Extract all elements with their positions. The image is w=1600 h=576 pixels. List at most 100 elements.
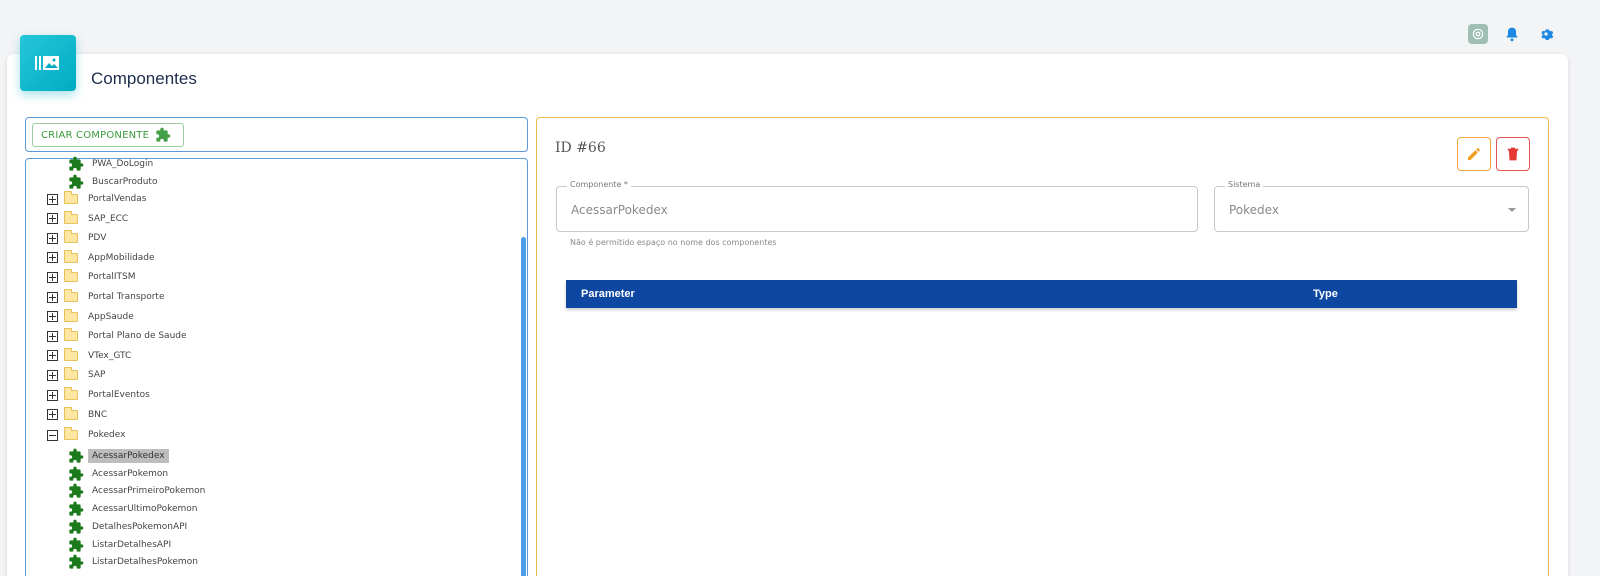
folder-icon (64, 230, 78, 244)
component-field-hint: Não é permitido espaço no nome dos compo… (570, 238, 777, 247)
component-name-field[interactable]: Componente * AcessarPokedex (556, 180, 1198, 232)
system-select[interactable]: Sistema Pokedex (1214, 180, 1529, 232)
tree-folder[interactable]: SAP (47, 366, 105, 384)
tree-leaf-label: AcessarPokemon (92, 468, 169, 479)
tree-leaf[interactable]: DetalhesPokemonAPI (68, 518, 191, 536)
edit-button[interactable] (1457, 137, 1491, 171)
system-field-label: Sistema (1225, 180, 1264, 189)
parameters-table-header: Parameter Type (566, 280, 1517, 308)
tree-folder[interactable]: PortalEventos (47, 386, 150, 404)
tree-leaf[interactable]: PWA_DoLogin (68, 155, 157, 173)
puzzle-icon (69, 501, 84, 516)
tree-folder-label: AppMobilidade (88, 252, 155, 263)
component-id: ID #66 (555, 140, 606, 156)
folder-icon (64, 249, 78, 263)
folder-icon (64, 191, 78, 204)
tree-leaf[interactable]: AcessarPokemon (68, 465, 172, 483)
component-detail-panel: ID #66 Componente * AcessarPokedex Siste… (536, 117, 1549, 576)
puzzle-icon (69, 554, 84, 569)
tree-leaf[interactable]: AcessarUltimoPokemon (68, 500, 202, 518)
tree-leaf-label: DetalhesPokemonAPI (92, 521, 188, 532)
column-header-type[interactable]: Type (1313, 288, 1338, 300)
tree-folder-label: SAP_ECC (88, 213, 129, 224)
folder-icon (64, 289, 78, 302)
tree-leaf-label: PWA_DoLogin (92, 159, 154, 169)
folder-icon (64, 210, 78, 224)
gear-icon[interactable] (1536, 24, 1556, 44)
tree-folder[interactable]: Pokedex (47, 426, 125, 444)
expand-icon[interactable] (47, 409, 58, 421)
expand-icon[interactable] (47, 389, 58, 401)
folder-icon (64, 308, 78, 322)
expand-icon[interactable] (47, 350, 58, 362)
puzzle-icon (156, 127, 171, 142)
page-title: Componentes (91, 69, 197, 88)
tree-leaf-label: ListarDetalhesPokemon (92, 557, 198, 568)
tree-folder-label: Portal Plano de Saude (88, 331, 187, 342)
expand-icon[interactable] (47, 311, 58, 323)
component-field-value: AcessarPokedex (571, 203, 668, 217)
delete-button[interactable] (1496, 137, 1530, 171)
tree-leaf[interactable]: BuscarProduto (68, 173, 161, 191)
tree-leaf[interactable]: AcessarPrimeiroPokemon (68, 482, 209, 500)
tree-leaf-label: AcessarPokedex (88, 449, 169, 463)
tree-folder[interactable]: VTex_GTC (47, 347, 131, 365)
tree-leaf-label: AcessarUltimoPokemon (92, 504, 198, 515)
folder-icon (64, 387, 78, 400)
tree-folder[interactable]: PDV (47, 229, 106, 247)
component-field-label: Componente * (567, 180, 631, 189)
puzzle-icon (69, 519, 84, 534)
tree-folder[interactable]: SAP_ECC (47, 210, 128, 228)
expand-icon[interactable] (47, 252, 58, 264)
expand-icon[interactable] (47, 330, 58, 342)
tree-folder-label: PortalEventos (88, 390, 150, 400)
tree-folder[interactable]: BNC (47, 406, 107, 424)
top-toolbar (1468, 24, 1556, 44)
trash-icon (1507, 147, 1519, 161)
puzzle-icon (69, 537, 84, 552)
tree-folder[interactable]: AppSaude (47, 308, 134, 326)
folder-icon (64, 406, 78, 420)
folder-icon (64, 328, 78, 342)
create-component-label: CRIAR COMPONENTE (41, 129, 150, 141)
tree-leaf[interactable]: ListarDetalhesAPI (68, 536, 175, 554)
tree-leaf-label: BuscarProduto (92, 177, 158, 187)
openai-icon[interactable] (1468, 24, 1488, 44)
pencil-icon (1468, 148, 1480, 160)
expand-icon[interactable] (47, 213, 58, 225)
tree-folder-label: AppSaude (88, 311, 134, 322)
create-component-panel: CRIAR COMPONENTE (25, 117, 528, 152)
system-field-value: Pokedex (1229, 203, 1279, 217)
tree-leaf[interactable]: AcessarPokedex (68, 447, 169, 465)
expand-icon[interactable] (47, 291, 58, 303)
tree-folder-label: SAP (88, 370, 106, 381)
tree-folder[interactable]: AppMobilidade (47, 249, 155, 267)
collapse-icon[interactable] (47, 429, 58, 441)
tree-folder[interactable]: Portal Transporte (47, 288, 165, 306)
bell-icon[interactable] (1502, 24, 1522, 44)
tree-folder-label: VTex_GTC (88, 350, 132, 361)
expand-icon[interactable] (47, 193, 58, 205)
tree-folder[interactable]: Portal Plano de Saude (47, 327, 187, 345)
chevron-down-icon (1508, 208, 1516, 212)
create-component-button[interactable]: CRIAR COMPONENTE (32, 123, 185, 147)
tree-folder-label: PortalITSM (88, 272, 136, 283)
expand-icon[interactable] (47, 232, 58, 244)
expand-icon[interactable] (47, 271, 58, 283)
tree-scrollbar[interactable] (521, 237, 526, 576)
expand-icon[interactable] (47, 369, 58, 381)
column-header-parameter[interactable]: Parameter (581, 288, 635, 300)
page-badge-icon (20, 35, 76, 91)
tree-folder-label: PortalVendas (88, 194, 147, 204)
tree-leaf-label: ListarDetalhesAPI (92, 539, 172, 550)
tree-leaf[interactable]: ListarDetalhesPokemon (68, 553, 202, 571)
puzzle-icon (69, 484, 84, 499)
tree-folder[interactable]: PortalVendas (47, 190, 146, 208)
puzzle-icon (69, 448, 84, 463)
tree-folder-label: PDV (88, 233, 107, 244)
tree-folder[interactable]: PortalITSM (47, 268, 136, 286)
tree-leaf-label: AcessarPrimeiroPokemon (92, 486, 206, 497)
folder-icon (64, 367, 78, 381)
tree-folder-label: BNC (88, 409, 108, 420)
folder-icon (64, 347, 78, 361)
